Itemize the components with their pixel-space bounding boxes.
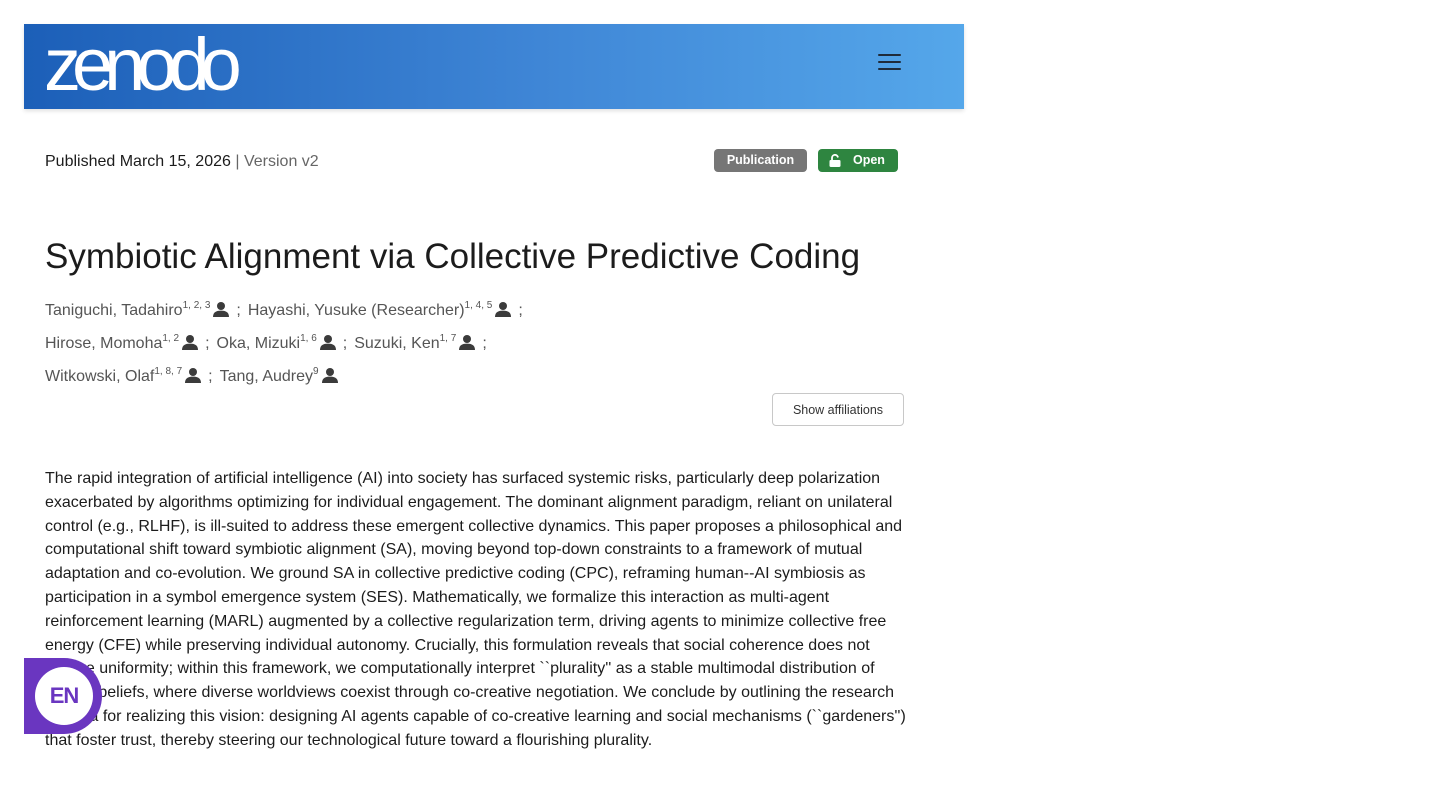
site-header: zenodo (24, 24, 964, 109)
author-name[interactable]: Taniguchi, Tadahiro (45, 302, 183, 319)
author-name[interactable]: Hayashi, Yusuke (Researcher) (248, 302, 465, 319)
resource-type-badge: Publication (714, 149, 807, 172)
authors-row-3: Witkowski, Olaf1, 8, 7; Tang, Audrey9 (45, 362, 338, 387)
published-date: Published March 15, 2026 (45, 153, 231, 170)
access-status-label: Open (853, 153, 885, 167)
language-switcher[interactable]: EN (24, 658, 102, 734)
author-affiliation-numbers: 1, 6 (300, 333, 317, 344)
record-title: Symbiotic Alignment via Collective Predi… (45, 237, 861, 276)
author-affiliation-numbers: 9 (313, 366, 319, 377)
abstract-text: The rapid integration of artificial inte… (45, 470, 906, 749)
author-item: Hayashi, Yusuke (Researcher)1, 4, 5 (248, 300, 512, 319)
author-name[interactable]: Tang, Audrey (220, 368, 313, 385)
language-code: EN (35, 667, 93, 725)
person-icon[interactable] (459, 335, 476, 350)
person-icon[interactable] (213, 302, 230, 317)
author-separator: ; (208, 368, 213, 385)
author-separator: ; (236, 302, 241, 319)
author-separator: ; (205, 335, 210, 352)
zenodo-logo[interactable]: zenodo (44, 28, 242, 102)
author-name[interactable]: Oka, Mizuki (217, 335, 301, 352)
author-name[interactable]: Suzuki, Ken (354, 335, 439, 352)
show-affiliations-button[interactable]: Show affiliations (772, 393, 904, 426)
authors-row-1: Taniguchi, Tadahiro1, 2, 3; Hayashi, Yusu… (45, 296, 530, 321)
author-affiliation-numbers: 1, 2 (162, 333, 180, 344)
hamburger-menu-icon[interactable] (878, 54, 902, 74)
author-item: Witkowski, Olaf1, 8, 7 (45, 366, 202, 385)
author-separator: ; (342, 335, 348, 352)
author-item: Taniguchi, Tadahiro1, 2, 3 (45, 300, 230, 319)
author-affiliation-numbers: 1, 8, 7 (154, 366, 183, 377)
author-name[interactable]: Witkowski, Olaf (45, 368, 154, 385)
access-status-badge: Open (818, 149, 898, 172)
author-item: Suzuki, Ken1, 7 (354, 333, 476, 352)
publication-meta: Published March 15, 2026 | Version v2 (45, 153, 319, 171)
author-affiliation-numbers: 1, 4, 5 (464, 300, 493, 311)
person-icon[interactable] (185, 368, 202, 383)
author-affiliation-numbers: 1, 2, 3 (182, 300, 211, 311)
meta-separator: | (235, 153, 240, 170)
version-label[interactable]: Version v2 (244, 153, 319, 170)
authors-row-2: Hirose, Momoha1, 2; Oka, Mizuki1, 6; Suzuk… (45, 329, 494, 354)
person-icon[interactable] (319, 335, 336, 350)
unlock-icon (829, 154, 841, 167)
author-name[interactable]: Hirose, Momoha (45, 335, 162, 352)
author-item: Oka, Mizuki1, 6 (217, 333, 336, 352)
author-affiliation-numbers: 1, 7 (439, 333, 457, 344)
person-icon[interactable] (495, 302, 512, 317)
author-separator: ; (482, 335, 487, 352)
person-icon[interactable] (182, 335, 199, 350)
author-item: Tang, Audrey9 (220, 366, 338, 385)
author-separator: ; (518, 302, 523, 319)
author-item: Hirose, Momoha1, 2 (45, 333, 199, 352)
person-icon[interactable] (321, 368, 338, 383)
